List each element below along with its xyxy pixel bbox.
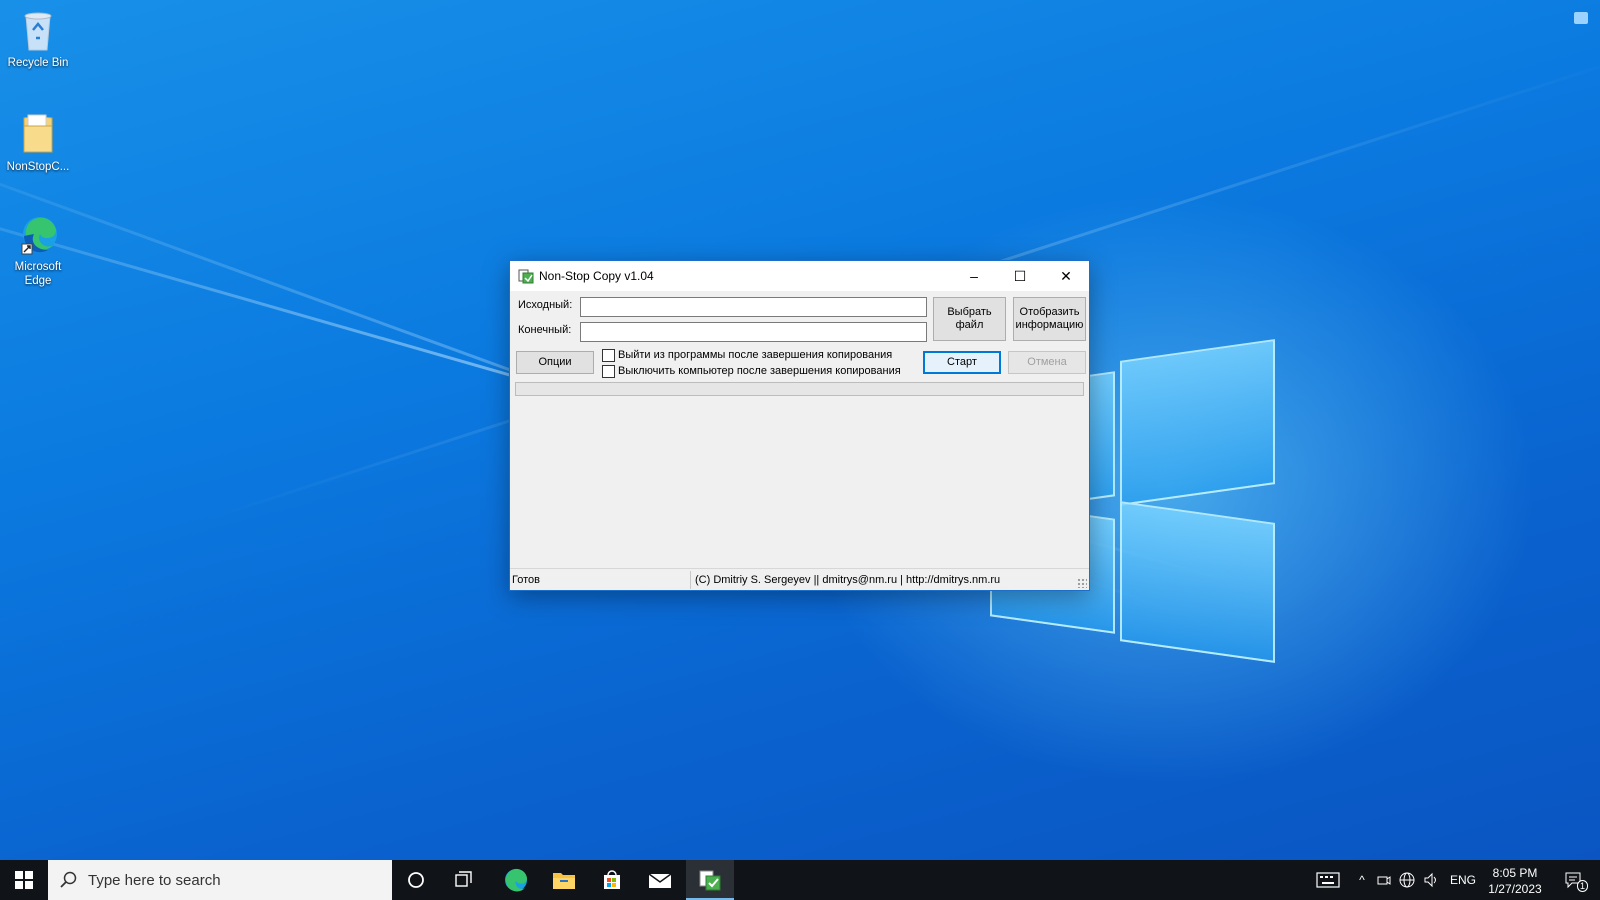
clock[interactable]: 8:05 PM 1/27/2023 bbox=[1480, 865, 1550, 897]
task-view-icon bbox=[455, 871, 472, 887]
nonstopcopy-app-icon bbox=[518, 268, 534, 284]
taskbar-edge-button[interactable] bbox=[492, 860, 540, 900]
title-bar[interactable]: Non-Stop Copy v1.04 – ☐ ✕ bbox=[510, 261, 1089, 291]
cortana-button[interactable] bbox=[392, 860, 440, 900]
desktop-icon-nonstopcopy-folder[interactable]: NonStopC... bbox=[2, 112, 74, 174]
resize-grip[interactable] bbox=[1077, 578, 1087, 588]
exit-after-copy-label[interactable]: Выйти из программы после завершения копи… bbox=[618, 349, 892, 361]
store-icon bbox=[604, 870, 620, 889]
edge-icon bbox=[18, 212, 58, 256]
close-icon: ✕ bbox=[1060, 267, 1072, 284]
start-button[interactable] bbox=[0, 860, 48, 900]
desktop-icon-label: NonStopC... bbox=[6, 161, 70, 173]
shutdown-after-copy-checkbox[interactable] bbox=[602, 365, 615, 378]
desktop-icon-microsoft-edge[interactable]: Microsoft Edge bbox=[2, 212, 74, 288]
status-text: Готов bbox=[512, 574, 540, 586]
status-separator bbox=[690, 571, 691, 589]
speaker-icon bbox=[1424, 872, 1436, 888]
taskbar-nonstopcopy-button[interactable] bbox=[686, 860, 734, 900]
minimize-button[interactable]: – bbox=[951, 261, 997, 291]
show-hidden-icons-button[interactable]: ^ bbox=[1352, 860, 1372, 900]
copy-progress-bar bbox=[515, 382, 1084, 396]
show-info-button[interactable]: Отобразить информацию bbox=[1013, 297, 1086, 341]
notification-count-badge: 1 bbox=[1576, 880, 1588, 892]
task-view-button[interactable] bbox=[440, 860, 488, 900]
window-title: Non-Stop Copy v1.04 bbox=[539, 269, 654, 283]
maximize-icon: ☐ bbox=[1013, 267, 1027, 284]
minimize-icon: – bbox=[970, 268, 978, 284]
search-icon bbox=[60, 871, 77, 888]
feedback-icon[interactable] bbox=[1574, 12, 1588, 24]
keyboard-icon bbox=[1316, 872, 1340, 888]
maximize-button[interactable]: ☐ bbox=[997, 261, 1043, 291]
desktop-icon-label: Microsoft Edge bbox=[14, 261, 62, 287]
recycle-bin-icon bbox=[18, 8, 58, 52]
status-bar: Готов (C) Dmitriy S. Sergeyev || dmitrys… bbox=[510, 568, 1089, 590]
close-button[interactable]: ✕ bbox=[1043, 261, 1089, 291]
taskbar-mail-button[interactable] bbox=[636, 860, 684, 900]
nonstopcopy-icon bbox=[699, 870, 721, 891]
taskbar-search-box[interactable]: Type here to search bbox=[48, 860, 392, 900]
meet-now-button[interactable] bbox=[1374, 860, 1394, 900]
chevron-up-icon: ^ bbox=[1359, 873, 1365, 887]
destination-path-field[interactable] bbox=[580, 322, 927, 342]
action-center-button[interactable]: 1 bbox=[1556, 860, 1592, 900]
shutdown-after-copy-label[interactable]: Выключить компьютер после завершения коп… bbox=[618, 365, 901, 377]
network-button[interactable] bbox=[1396, 860, 1418, 900]
mail-icon bbox=[648, 873, 672, 888]
nonstopcopy-window: Non-Stop Copy v1.04 – ☐ ✕ Исходный: Коне… bbox=[509, 260, 1090, 591]
folder-icon bbox=[18, 112, 58, 156]
exit-after-copy-checkbox[interactable] bbox=[602, 349, 615, 362]
start-button[interactable]: Старт bbox=[923, 351, 1001, 374]
destination-label: Конечный: bbox=[518, 324, 572, 336]
copyright-text: (C) Dmitriy S. Sergeyev || dmitrys@nm.ru… bbox=[695, 574, 1001, 586]
globe-icon bbox=[1399, 872, 1415, 888]
cortana-icon bbox=[408, 872, 424, 888]
desktop-icon-label: Recycle Bin bbox=[7, 57, 69, 69]
desktop-icon-recycle-bin[interactable]: Recycle Bin bbox=[2, 8, 74, 70]
input-indicator-button[interactable] bbox=[1310, 860, 1346, 900]
windows-start-icon bbox=[15, 871, 33, 889]
edge-icon bbox=[505, 868, 527, 892]
source-label: Исходный: bbox=[518, 299, 573, 311]
volume-button[interactable] bbox=[1420, 860, 1442, 900]
search-placeholder: Type here to search bbox=[88, 871, 221, 889]
cancel-button[interactable]: Отмена bbox=[1008, 351, 1086, 374]
file-explorer-icon bbox=[553, 873, 575, 889]
clock-time: 8:05 PM bbox=[1492, 866, 1538, 880]
taskbar-file-explorer-button[interactable] bbox=[540, 860, 588, 900]
source-path-field[interactable] bbox=[580, 297, 927, 317]
taskbar: Type here to search ^ ENG 8:05 PM 1/27/2… bbox=[0, 860, 1600, 900]
clock-date: 1/27/2023 bbox=[1488, 882, 1542, 896]
language-indicator[interactable]: ENG bbox=[1446, 860, 1480, 900]
choose-file-button[interactable]: Выбрать файл bbox=[933, 297, 1006, 341]
taskbar-store-button[interactable] bbox=[588, 860, 636, 900]
camera-icon bbox=[1377, 876, 1391, 885]
options-button[interactable]: Опции bbox=[516, 351, 594, 374]
